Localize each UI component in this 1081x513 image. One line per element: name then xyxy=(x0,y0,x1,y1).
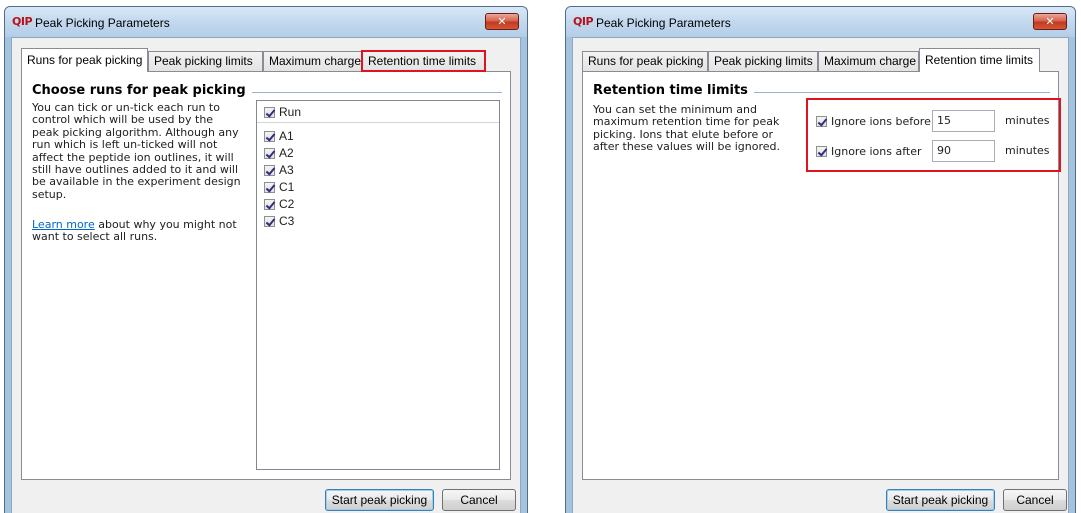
run-row[interactable]: C3 xyxy=(264,213,294,229)
tab-runs-for-peak-picking[interactable]: Runs for peak picking xyxy=(582,51,708,71)
desc-line: after these values will be ignored. xyxy=(593,140,781,154)
run-row[interactable]: A1 xyxy=(264,128,294,144)
close-button[interactable]: ✕ xyxy=(485,13,519,30)
run-name: A3 xyxy=(279,163,294,177)
run-checkbox[interactable] xyxy=(264,130,275,142)
section-divider xyxy=(222,92,502,93)
title-bar[interactable]: QIP Peak Picking Parameters ✕ xyxy=(566,7,1075,37)
ignore-before-unit: minutes xyxy=(1005,114,1050,127)
run-name: C2 xyxy=(279,197,295,211)
run-checkbox[interactable] xyxy=(264,164,275,176)
start-peak-picking-button[interactable]: Start peak picking xyxy=(325,489,434,511)
runs-list-header: Run xyxy=(257,101,499,123)
run-checkbox[interactable] xyxy=(264,147,275,159)
desc-line: control which will be used by the xyxy=(32,113,214,127)
run-checkbox[interactable] xyxy=(264,198,275,210)
retention-description: You can set the minimum and maximum rete… xyxy=(593,103,781,154)
dialog-client: Runs for peak picking Peak picking limit… xyxy=(572,37,1069,513)
column-header-run: Run xyxy=(279,105,302,119)
runs-description: You can tick or un-tick each run to cont… xyxy=(32,101,241,201)
cancel-button[interactable]: Cancel xyxy=(442,489,516,511)
ignore-after-unit: minutes xyxy=(1005,144,1050,157)
tab-maximum-charge[interactable]: Maximum charge xyxy=(263,51,362,71)
run-name: C3 xyxy=(279,214,295,228)
run-row[interactable]: C1 xyxy=(264,179,294,195)
run-name: A1 xyxy=(279,129,294,143)
run-name: A2 xyxy=(279,146,294,160)
run-checkbox[interactable] xyxy=(264,215,275,227)
tab-retention-time-limits[interactable]: Retention time limits xyxy=(919,48,1040,72)
start-peak-picking-button[interactable]: Start peak picking xyxy=(886,489,995,511)
run-row[interactable]: C2 xyxy=(264,196,294,212)
select-all-runs[interactable]: Run xyxy=(264,104,301,120)
close-button[interactable]: ✕ xyxy=(1033,13,1067,30)
tab-panel-runs: Choose runs for peak picking You can tic… xyxy=(21,71,511,480)
section-heading: Retention time limits xyxy=(593,83,754,98)
retention-limits-group: Ignore ions before 15 minutes Ignore ion… xyxy=(806,98,1061,172)
ignore-after-checkbox[interactable] xyxy=(816,145,827,157)
tab-maximum-charge[interactable]: Maximum charge xyxy=(818,51,919,71)
tab-runs-for-peak-picking[interactable]: Runs for peak picking xyxy=(21,48,148,72)
ignore-after-row[interactable]: Ignore ions after xyxy=(816,140,921,162)
section-divider xyxy=(733,92,1050,93)
tab-peak-picking-limits[interactable]: Peak picking limits xyxy=(148,51,263,71)
learn-more-text: Learn more about why you might not want … xyxy=(32,218,262,244)
run-row[interactable]: A2 xyxy=(264,145,294,161)
tab-panel-retention: Retention time limits You can set the mi… xyxy=(582,71,1061,480)
ignore-before-input[interactable]: 15 xyxy=(932,110,995,132)
ignore-after-input[interactable]: 90 xyxy=(932,140,995,162)
desc-line: run which is left un-ticked will not xyxy=(32,138,218,152)
window-title: Peak Picking Parameters xyxy=(35,16,170,30)
section-heading: Choose runs for peak picking xyxy=(32,83,252,98)
desc-line: be available in the experiment design xyxy=(32,175,241,189)
dialog-retention-tab: QIP Peak Picking Parameters ✕ Runs for p… xyxy=(565,6,1076,513)
learn-more-link[interactable]: Learn more xyxy=(32,218,95,231)
run-checkbox[interactable] xyxy=(264,181,275,193)
ignore-before-checkbox[interactable] xyxy=(816,115,827,127)
checkbox-select-all[interactable] xyxy=(264,106,275,118)
cancel-button[interactable]: Cancel xyxy=(1003,489,1067,511)
app-logo: QIP xyxy=(12,15,33,28)
title-bar[interactable]: QIP Peak Picking Parameters ✕ xyxy=(5,7,527,37)
app-logo: QIP xyxy=(573,15,594,28)
run-row[interactable]: A3 xyxy=(264,162,294,178)
desc-line: setup. xyxy=(32,187,67,201)
runs-list[interactable]: Run A1 A2 A3 C1 C2 C3 xyxy=(256,100,500,470)
dialog-client: Runs for peak picking Peak picking limit… xyxy=(11,37,521,513)
dialog-runs-tab: QIP Peak Picking Parameters ✕ Runs for p… xyxy=(4,6,528,513)
desc-line: maximum retention time for peak xyxy=(593,115,780,129)
ignore-before-row[interactable]: Ignore ions before xyxy=(816,110,931,132)
ignore-after-label: Ignore ions after xyxy=(831,144,922,158)
tab-peak-picking-limits[interactable]: Peak picking limits xyxy=(708,51,818,71)
ignore-before-label: Ignore ions before xyxy=(831,114,931,128)
run-name: C1 xyxy=(279,180,295,194)
window-title: Peak Picking Parameters xyxy=(596,16,731,30)
tab-retention-time-limits[interactable]: Retention time limits xyxy=(361,50,486,72)
